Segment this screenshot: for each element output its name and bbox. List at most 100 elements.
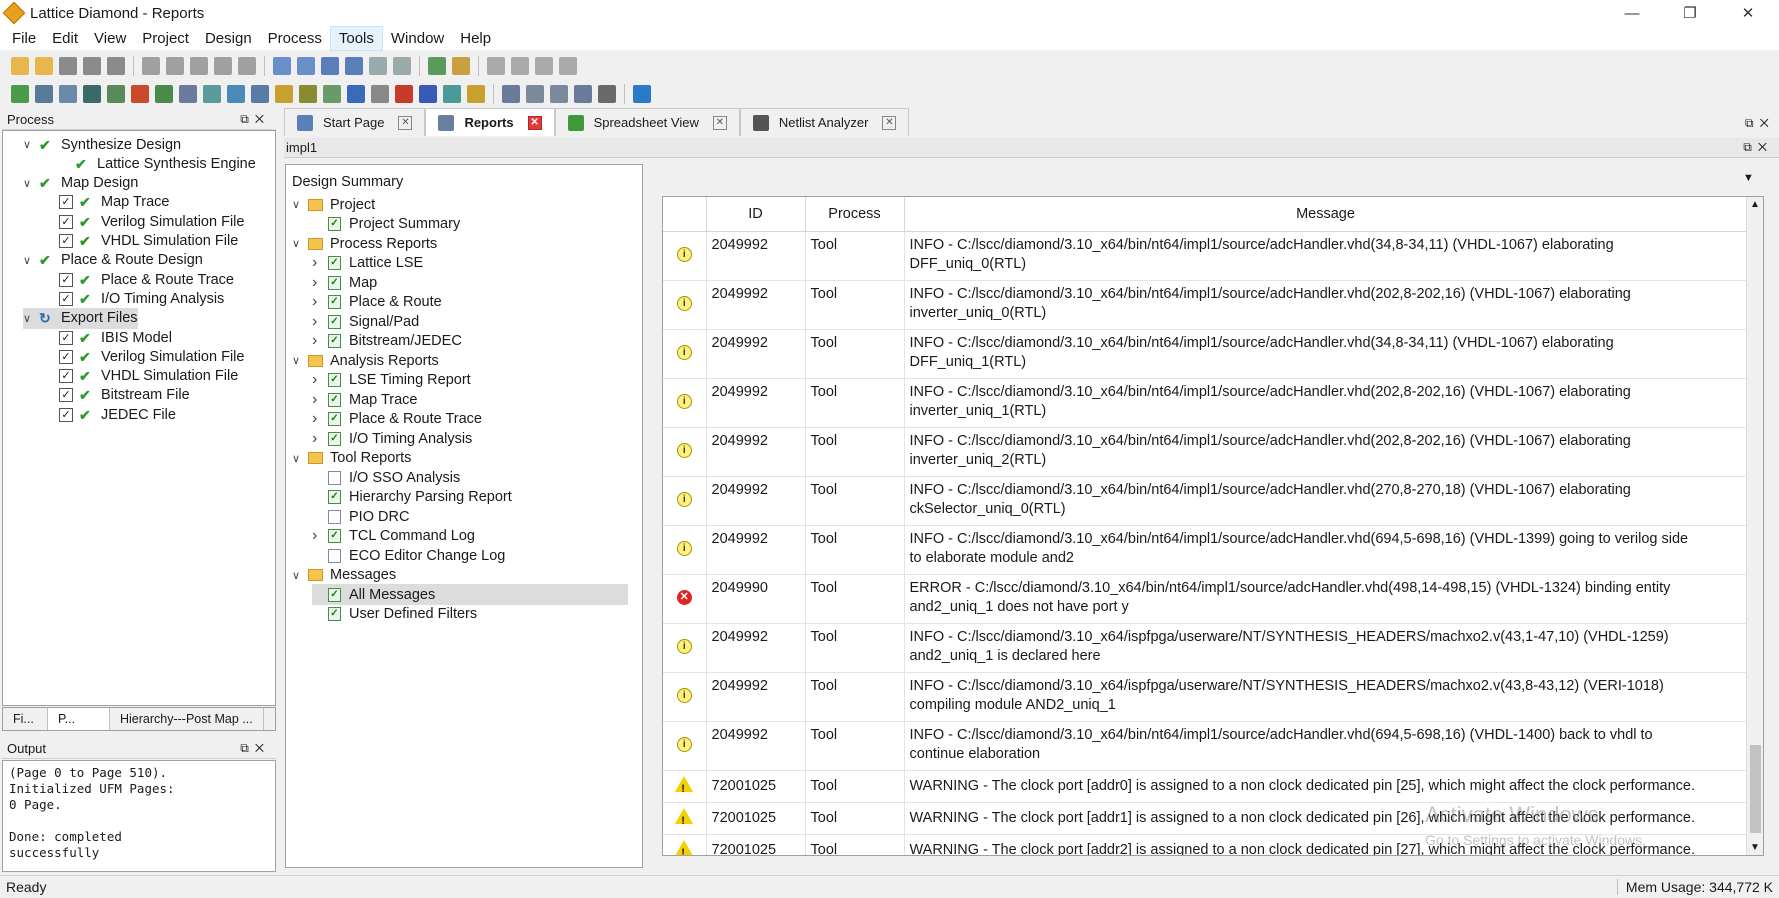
report-tree-item[interactable]: PIO DRC — [312, 506, 409, 527]
main-tool-icon[interactable] — [369, 57, 387, 75]
message-row[interactable]: i 2049992 Tool INFO - C:/lscc/diamond/3.10_… — [663, 525, 1748, 575]
expand-icon[interactable]: › — [312, 391, 322, 409]
message-row[interactable]: i 2049992 Tool INFO - C:/lscc/diamond/3.10_… — [663, 378, 1748, 428]
checkbox-icon[interactable]: ✓ — [59, 214, 73, 229]
main-tool-icon[interactable] — [511, 57, 529, 75]
main-tool-icon[interactable] — [452, 57, 470, 75]
panel-tab[interactable]: P... — [48, 708, 110, 730]
expand-icon[interactable]: › — [312, 371, 322, 389]
expand-icon[interactable]: › — [312, 410, 322, 428]
process-item[interactable]: ∨ ✔ Synthesize Design — [23, 134, 181, 155]
main-tool-icon[interactable] — [59, 57, 77, 75]
panel-controls[interactable]: ⧉✕ — [240, 112, 270, 127]
checkbox-icon[interactable]: ✓ — [59, 407, 73, 422]
process-tool-icon[interactable] — [179, 85, 197, 103]
process-item[interactable]: ✓ ✔ JEDEC File — [59, 404, 176, 425]
chevron-down-icon[interactable]: ▼ — [1743, 172, 1754, 184]
expand-icon[interactable]: › — [312, 254, 322, 272]
process-tool-icon[interactable] — [35, 85, 53, 103]
process-tool-icon[interactable] — [633, 85, 651, 103]
process-tool-icon[interactable] — [11, 85, 29, 103]
close-icon[interactable]: ✕ — [882, 115, 897, 130]
impl-controls[interactable]: ⧉✕ — [1743, 140, 1773, 155]
grid-scrollbar[interactable]: ▲ ▼ — [1746, 197, 1763, 855]
process-item[interactable]: ✓ ✔ Verilog Simulation File — [59, 346, 244, 367]
main-tool-icon[interactable] — [190, 57, 208, 75]
checkbox-icon[interactable]: ✓ — [59, 369, 73, 384]
report-tree-item[interactable]: ✓ User Defined Filters — [312, 604, 477, 625]
expand-icon[interactable]: ∨ — [23, 138, 33, 151]
process-tool-icon[interactable] — [227, 85, 245, 103]
message-row[interactable]: i 2049992 Tool INFO - C:/lscc/diamond/3.10_… — [663, 721, 1748, 771]
process-item[interactable]: ✓ ✔ Map Trace — [59, 192, 170, 213]
report-tree-item[interactable]: › ✓ Map — [312, 272, 377, 293]
process-tool-icon[interactable] — [203, 85, 221, 103]
main-tool-icon[interactable] — [83, 57, 101, 75]
main-tool-icon[interactable] — [142, 57, 160, 75]
menu-edit[interactable]: Edit — [44, 27, 86, 50]
report-tree-item[interactable]: ECO Editor Change Log — [312, 545, 505, 566]
expand-icon[interactable]: › — [312, 527, 322, 545]
tab-start-page[interactable]: Start Page ✕ — [284, 108, 426, 136]
panel-controls[interactable]: ⧉✕ — [240, 741, 270, 756]
process-tool-icon[interactable] — [155, 85, 173, 103]
main-tool-icon[interactable] — [107, 57, 125, 75]
expand-icon[interactable]: › — [312, 332, 322, 350]
main-tool-icon[interactable] — [11, 57, 29, 75]
expand-icon[interactable]: ∨ — [292, 354, 302, 367]
menu-help[interactable]: Help — [452, 27, 499, 50]
checkbox-icon[interactable]: ✓ — [59, 291, 73, 306]
report-tree-item[interactable]: › ✓ Map Trace — [312, 389, 418, 410]
report-tree-item[interactable]: › ✓ Bitstream/JEDEC — [312, 331, 462, 352]
menu-window[interactable]: Window — [383, 27, 452, 50]
column-header[interactable]: Message — [904, 197, 1748, 232]
process-tool-icon[interactable] — [107, 85, 125, 103]
process-tool-icon[interactable] — [550, 85, 568, 103]
design-summary-title[interactable]: Design Summary — [292, 171, 403, 192]
report-tree-item[interactable]: ∨ Messages — [292, 565, 396, 586]
process-item[interactable]: ∨ ↻ Export Files — [23, 307, 138, 329]
process-tool-icon[interactable] — [574, 85, 592, 103]
process-tool-icon[interactable] — [443, 85, 461, 103]
checkbox-icon[interactable]: ✓ — [59, 234, 73, 248]
tabs-controls[interactable]: ⧉✕ — [1745, 116, 1775, 131]
close-icon[interactable]: ✕ — [712, 115, 727, 130]
message-row[interactable]: i 2049992 Tool INFO - C:/lscc/diamond/3.10_… — [663, 280, 1748, 330]
report-tree-item[interactable]: › ✓ TCL Command Log — [312, 526, 475, 547]
main-tool-icon[interactable] — [487, 57, 505, 75]
scroll-thumb[interactable] — [1750, 745, 1761, 833]
process-tool-icon[interactable] — [131, 85, 149, 103]
expand-icon[interactable]: ∨ — [292, 237, 302, 250]
expand-icon[interactable]: ∨ — [23, 254, 33, 267]
main-tool-icon[interactable] — [535, 57, 553, 75]
main-tool-icon[interactable] — [321, 57, 339, 75]
process-item[interactable]: ∨ ✔ Place & Route Design — [23, 250, 203, 271]
maximize-button[interactable]: ❐ — [1667, 0, 1713, 26]
process-tool-icon[interactable] — [299, 85, 317, 103]
report-tree-item[interactable]: I/O SSO Analysis — [312, 467, 460, 488]
message-row[interactable]: ! 72001025 Tool WARNING - The clock port [a… — [663, 770, 1748, 803]
menu-design[interactable]: Design — [197, 27, 260, 50]
tab-netlist-analyzer[interactable]: Netlist Analyzer ✕ — [739, 108, 910, 136]
process-tool-icon[interactable] — [395, 85, 413, 103]
tab-reports[interactable]: Reports ✕ — [425, 108, 555, 136]
expand-icon[interactable]: ∨ — [23, 177, 33, 190]
report-tree-item[interactable]: › ✓ I/O Timing Analysis — [312, 428, 472, 449]
main-tool-icon[interactable] — [393, 57, 411, 75]
expand-icon[interactable]: › — [312, 293, 322, 311]
main-tool-icon[interactable] — [166, 57, 184, 75]
report-tree-item[interactable]: ∨ Process Reports — [292, 233, 437, 254]
report-tree-item[interactable]: › ✓ Signal/Pad — [312, 311, 419, 332]
expand-icon[interactable]: ∨ — [292, 569, 302, 582]
message-row[interactable]: i 2049992 Tool INFO - C:/lscc/diamond/3.10_… — [663, 672, 1748, 722]
report-tree-item[interactable]: › ✓ Lattice LSE — [312, 253, 423, 274]
main-tool-icon[interactable] — [35, 57, 53, 75]
report-tree-item[interactable]: ∨ Analysis Reports — [292, 350, 439, 371]
main-tool-icon[interactable] — [238, 57, 256, 75]
main-tool-icon[interactable] — [428, 57, 446, 75]
tab-spreadsheet-view[interactable]: Spreadsheet View ✕ — [554, 108, 740, 136]
close-icon[interactable]: ✕ — [398, 115, 413, 130]
message-row[interactable]: i 2049992 Tool INFO - C:/lscc/diamond/3.10_… — [663, 329, 1748, 379]
expand-icon[interactable]: ∨ — [23, 312, 33, 325]
process-item[interactable]: ✓ ✔ Verilog Simulation File — [59, 211, 244, 232]
